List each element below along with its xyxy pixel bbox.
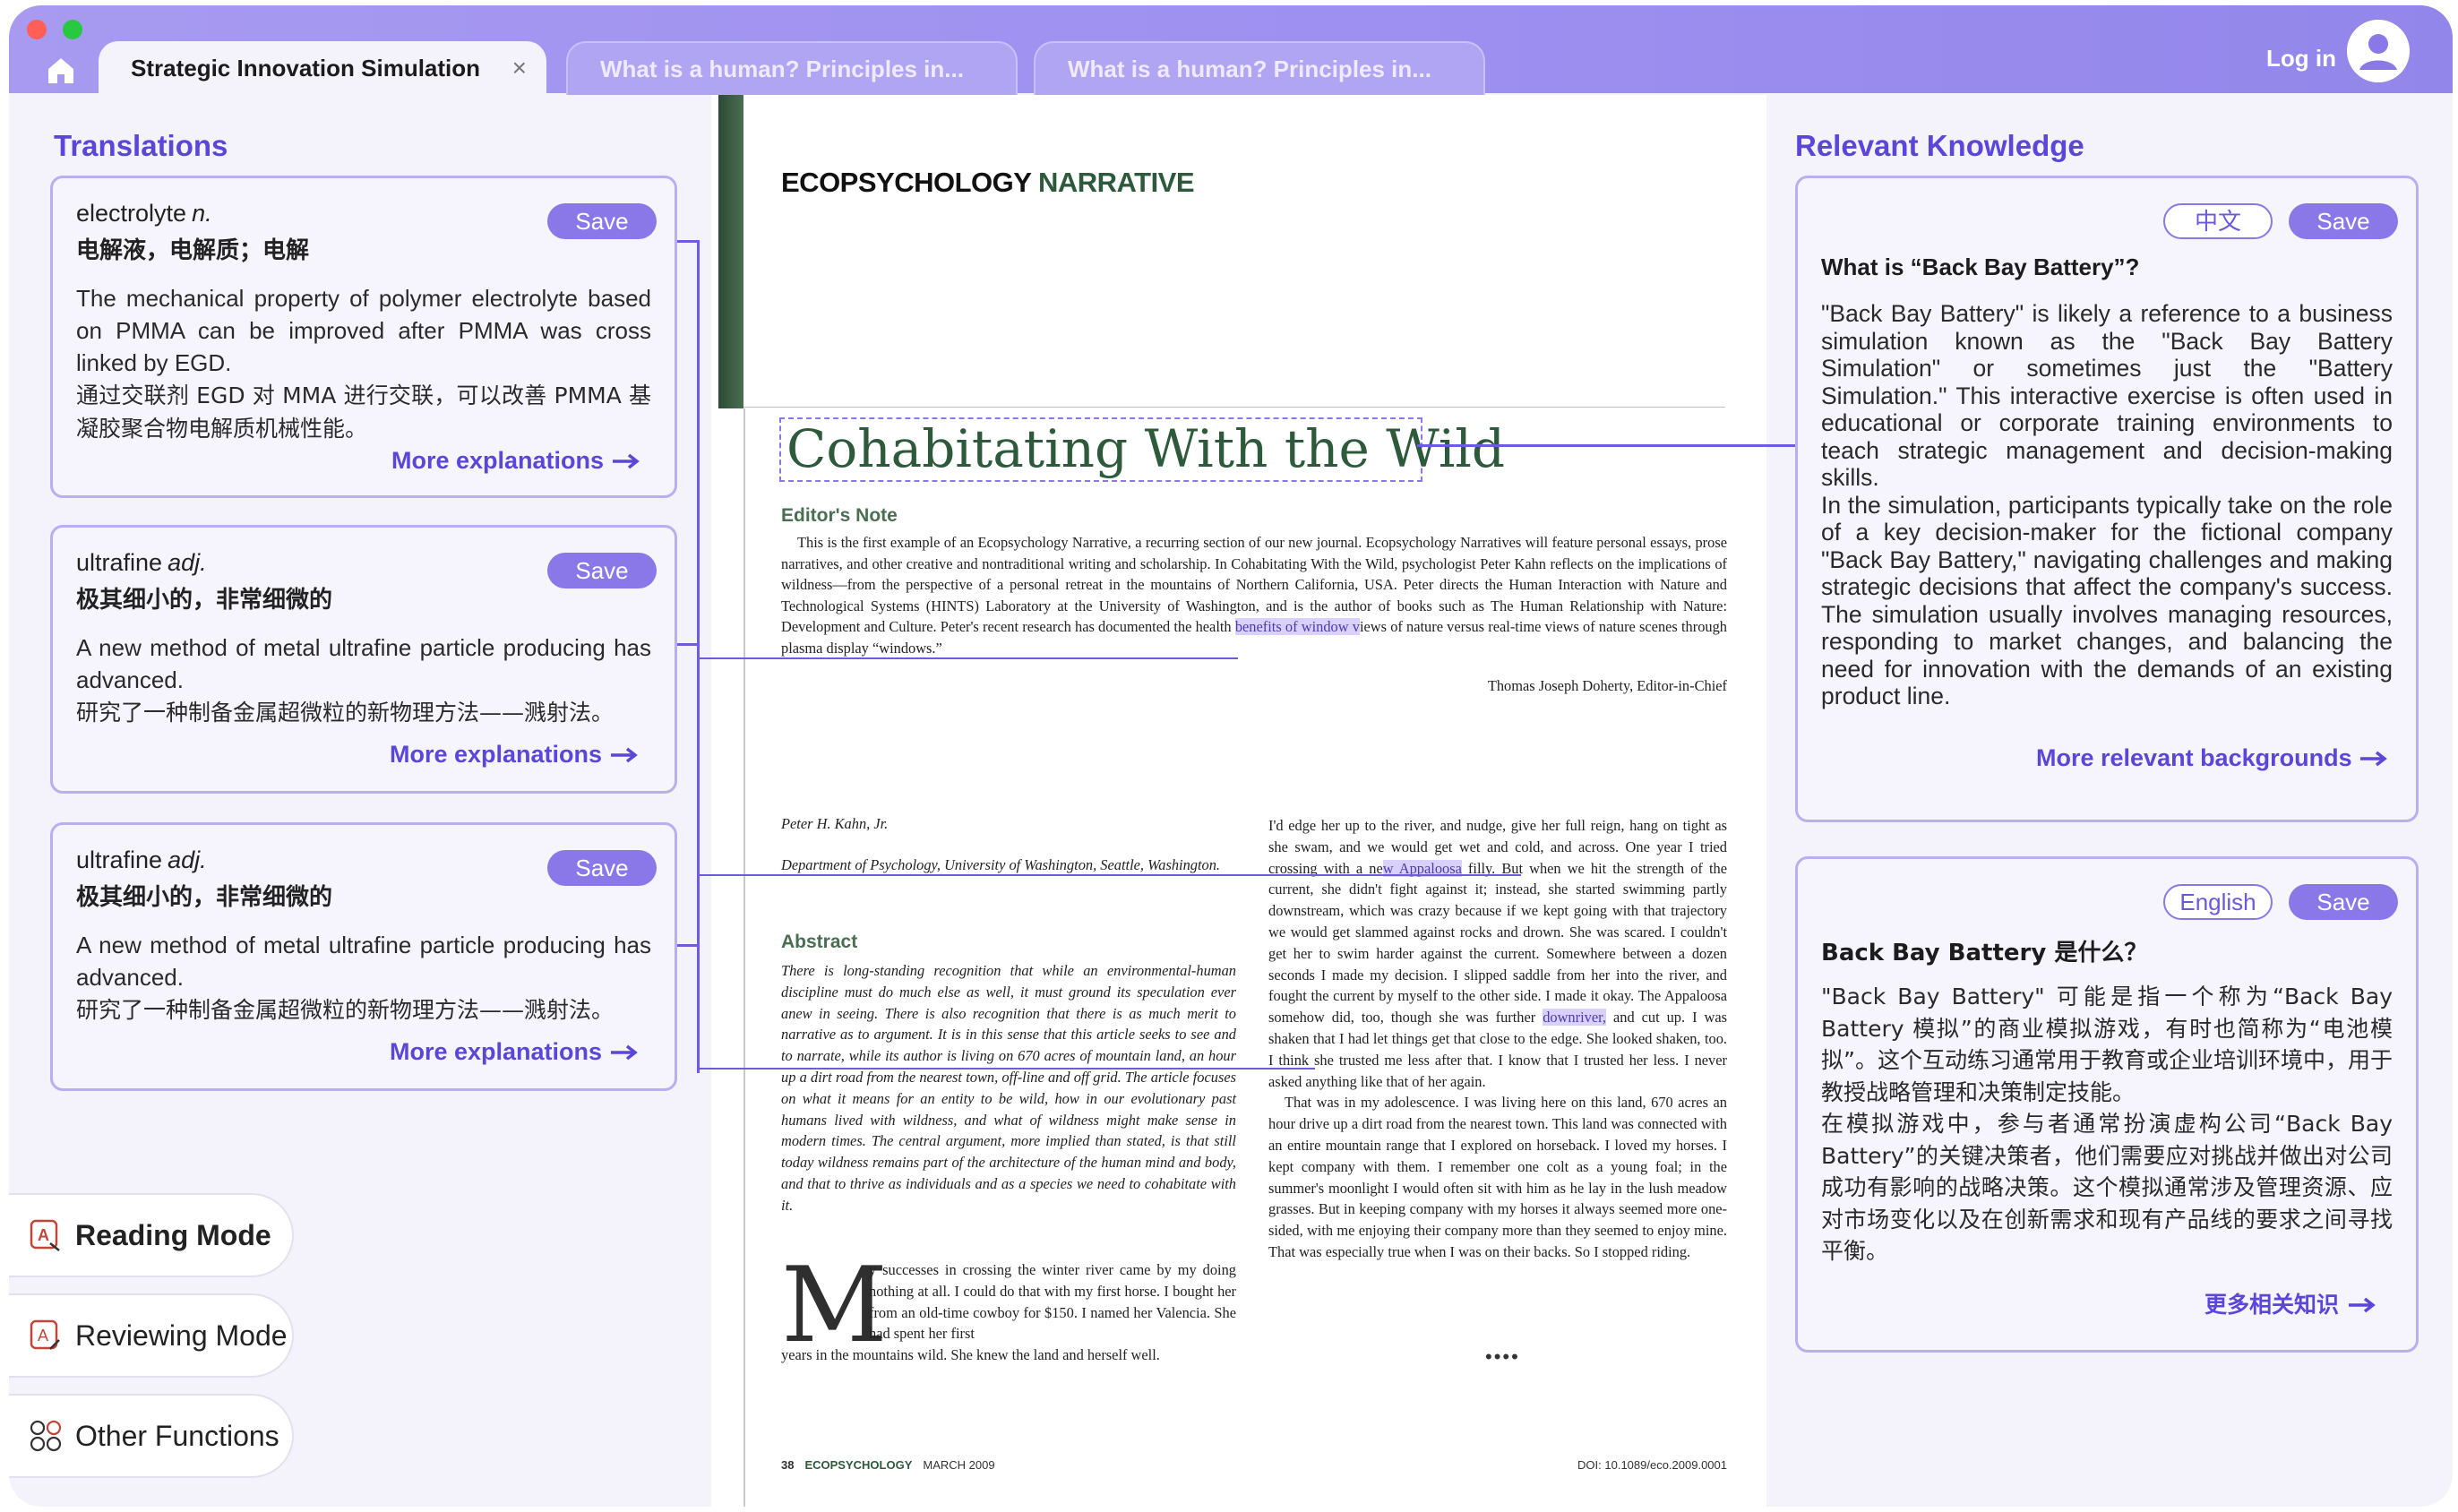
section-break: •••• [1485, 1345, 1520, 1368]
abstract-heading: Abstract [781, 932, 858, 952]
word: ultrafine adj. [76, 549, 207, 576]
app-window: Strategic Innovation Simulation × What i… [9, 5, 2453, 1507]
other-functions-label: Other Functions [75, 1419, 279, 1452]
tab-what-is-human-1[interactable]: What is a human? Principles in... [566, 41, 1018, 95]
chinese-meaning: 极其细小的，非常细微的 [76, 587, 333, 614]
more-relevant-backgrounds-link[interactable]: More relevant backgrounds [2036, 744, 2389, 772]
decorative-bar [718, 95, 743, 408]
example-sentence: A new method of metal ultrafine particle… [76, 929, 651, 1027]
divider [743, 408, 745, 1507]
more-explanations-link[interactable]: More explanations [390, 1038, 640, 1066]
other-functions-icon [30, 1420, 62, 1452]
example-en: The mechanical property of polymer elect… [76, 285, 651, 376]
editors-note: This is the first example of an Ecopsych… [781, 534, 1727, 657]
connector [677, 944, 699, 947]
knowledge-answer: "Back Bay Battery" 可能是指一个称为“Back Bay Bat… [1821, 984, 2393, 1264]
arrow-right-icon [610, 1044, 638, 1061]
divider [743, 407, 1725, 408]
home-icon[interactable] [45, 54, 77, 86]
arrow-right-icon [2348, 1297, 2376, 1313]
chinese-meaning: 极其细小的，非常细微的 [76, 884, 333, 911]
example-zh: 研究了一种制备金属超微粒的新物理方法——溅射法。 [76, 700, 614, 726]
arrow-right-icon [610, 747, 638, 763]
example-zh: 研究了一种制备金属超微粒的新物理方法——溅射法。 [76, 997, 614, 1023]
close-window-button[interactable] [27, 20, 47, 39]
login-link[interactable]: Log in [2266, 45, 2336, 73]
connector [697, 657, 1238, 659]
reviewing-mode-button[interactable]: A Reviewing Mode [9, 1293, 294, 1378]
example-en: A new method of metal ultrafine particle… [76, 932, 651, 991]
chinese-meaning: 电解液，电解质；电解 [76, 237, 310, 264]
more-relevant-knowledge-link[interactable]: 更多相关知识 [2204, 1287, 2377, 1319]
svg-text:A: A [38, 1327, 48, 1344]
author-affiliation: Department of Psychology, University of … [781, 856, 1221, 873]
highlighted-term[interactable]: downriver, [1543, 1009, 1606, 1027]
relevant-knowledge-title: Relevant Knowledge [1795, 129, 2084, 162]
example-en: A new method of metal ultrafine particle… [76, 634, 651, 693]
author-name: Peter H. Kahn, Jr. [781, 815, 889, 832]
knowledge-answer: "Back Bay Battery" is likely a reference… [1821, 300, 2393, 709]
connector [677, 240, 699, 243]
page-footer: 38 ECOPSYCHOLOGY MARCH 2009 [781, 1458, 995, 1472]
save-button[interactable]: Save [2289, 884, 2398, 920]
arrow-right-icon [2360, 751, 2387, 767]
language-toggle-button[interactable]: 中文 [2163, 203, 2273, 239]
word: ultrafine adj. [76, 846, 207, 873]
knowledge-card: English Save Back Bay Battery 是什么？ "Back… [1795, 856, 2419, 1353]
body-column-right: I'd edge her up to the river, and nudge,… [1268, 817, 1727, 1260]
editor-signature: Thomas Joseph Doherty, Editor-in-Chief [1487, 677, 1727, 694]
journal-section-name: ECOPSYCHOLOGY NARRATIVE [781, 167, 1195, 198]
connector [697, 874, 1521, 876]
save-button[interactable]: Save [2289, 203, 2398, 239]
editors-note-heading: Editor's Note [781, 505, 898, 526]
save-button[interactable]: Save [547, 850, 657, 886]
reading-mode-button[interactable]: A Reading Mode [9, 1193, 294, 1277]
more-explanations-link[interactable]: More explanations [390, 741, 640, 769]
tab-label: Strategic Innovation Simulation [131, 54, 481, 82]
abstract-text: There is long-standing recognition that … [781, 962, 1236, 1214]
knowledge-question: What is “Back Bay Battery”? [1821, 253, 2140, 280]
translations-title: Translations [54, 129, 228, 162]
translation-card: ultrafine adj. Save 极其细小的，非常细微的 A new met… [50, 822, 677, 1091]
document-page: ECOPSYCHOLOGY NARRATIVE Cohabitating Wit… [711, 95, 1766, 1507]
translation-card: electrolyte n. Save 电解液，电解质；电解 The mechan… [50, 176, 677, 498]
arrow-right-icon [612, 453, 640, 469]
doi: DOI: 10.1089/eco.2009.0001 [1577, 1458, 1727, 1472]
highlighted-term[interactable]: benefits of window v [1234, 618, 1360, 636]
tab-strategic-innovation[interactable]: Strategic Innovation Simulation × [99, 41, 546, 95]
example-sentence: A new method of metal ultrafine particle… [76, 631, 651, 729]
connector [677, 643, 699, 646]
language-toggle-button[interactable]: English [2163, 884, 2273, 920]
connector [697, 240, 700, 1073]
tab-what-is-human-2[interactable]: What is a human? Principles in... [1034, 41, 1485, 95]
svg-text:A: A [38, 1226, 49, 1244]
save-button[interactable]: Save [547, 203, 657, 239]
body-column-left: y successes in crossing the winter river… [781, 1261, 1236, 1364]
other-functions-button[interactable]: Other Functions [9, 1394, 294, 1478]
title-bar: Strategic Innovation Simulation × What i… [9, 5, 2453, 95]
example-sentence: The mechanical property of polymer elect… [76, 282, 651, 445]
maximize-window-button[interactable] [63, 20, 82, 39]
reviewing-mode-icon: A [30, 1319, 60, 1350]
translation-card: ultrafine adj. Save 极其细小的，非常细微的 A new met… [50, 525, 677, 794]
word: electrolyte n. [76, 200, 212, 227]
save-button[interactable]: Save [547, 553, 657, 588]
example-zh: 通过交联剂 EGD 对 MMA 进行交联，可以改善 PMMA 基凝胶聚合物电解质… [76, 382, 651, 442]
reading-mode-icon: A [30, 1219, 60, 1251]
more-explanations-link[interactable]: More explanations [391, 447, 641, 475]
article-title[interactable]: Cohabitating With the Wild [779, 417, 1505, 482]
user-avatar-icon[interactable] [2347, 20, 2410, 82]
reading-mode-label: Reading Mode [75, 1218, 271, 1251]
tab-label: What is a human? Principles in... [600, 55, 964, 82]
connector [697, 1068, 1315, 1070]
tab-label: What is a human? Principles in... [1068, 55, 1431, 82]
close-icon[interactable]: × [512, 56, 527, 81]
connector [1417, 444, 1804, 447]
knowledge-card: 中文 Save What is “Back Bay Battery”? "Bac… [1795, 176, 2419, 822]
reviewing-mode-label: Reviewing Mode [75, 1319, 288, 1352]
knowledge-question: Back Bay Battery 是什么？ [1821, 940, 2148, 966]
